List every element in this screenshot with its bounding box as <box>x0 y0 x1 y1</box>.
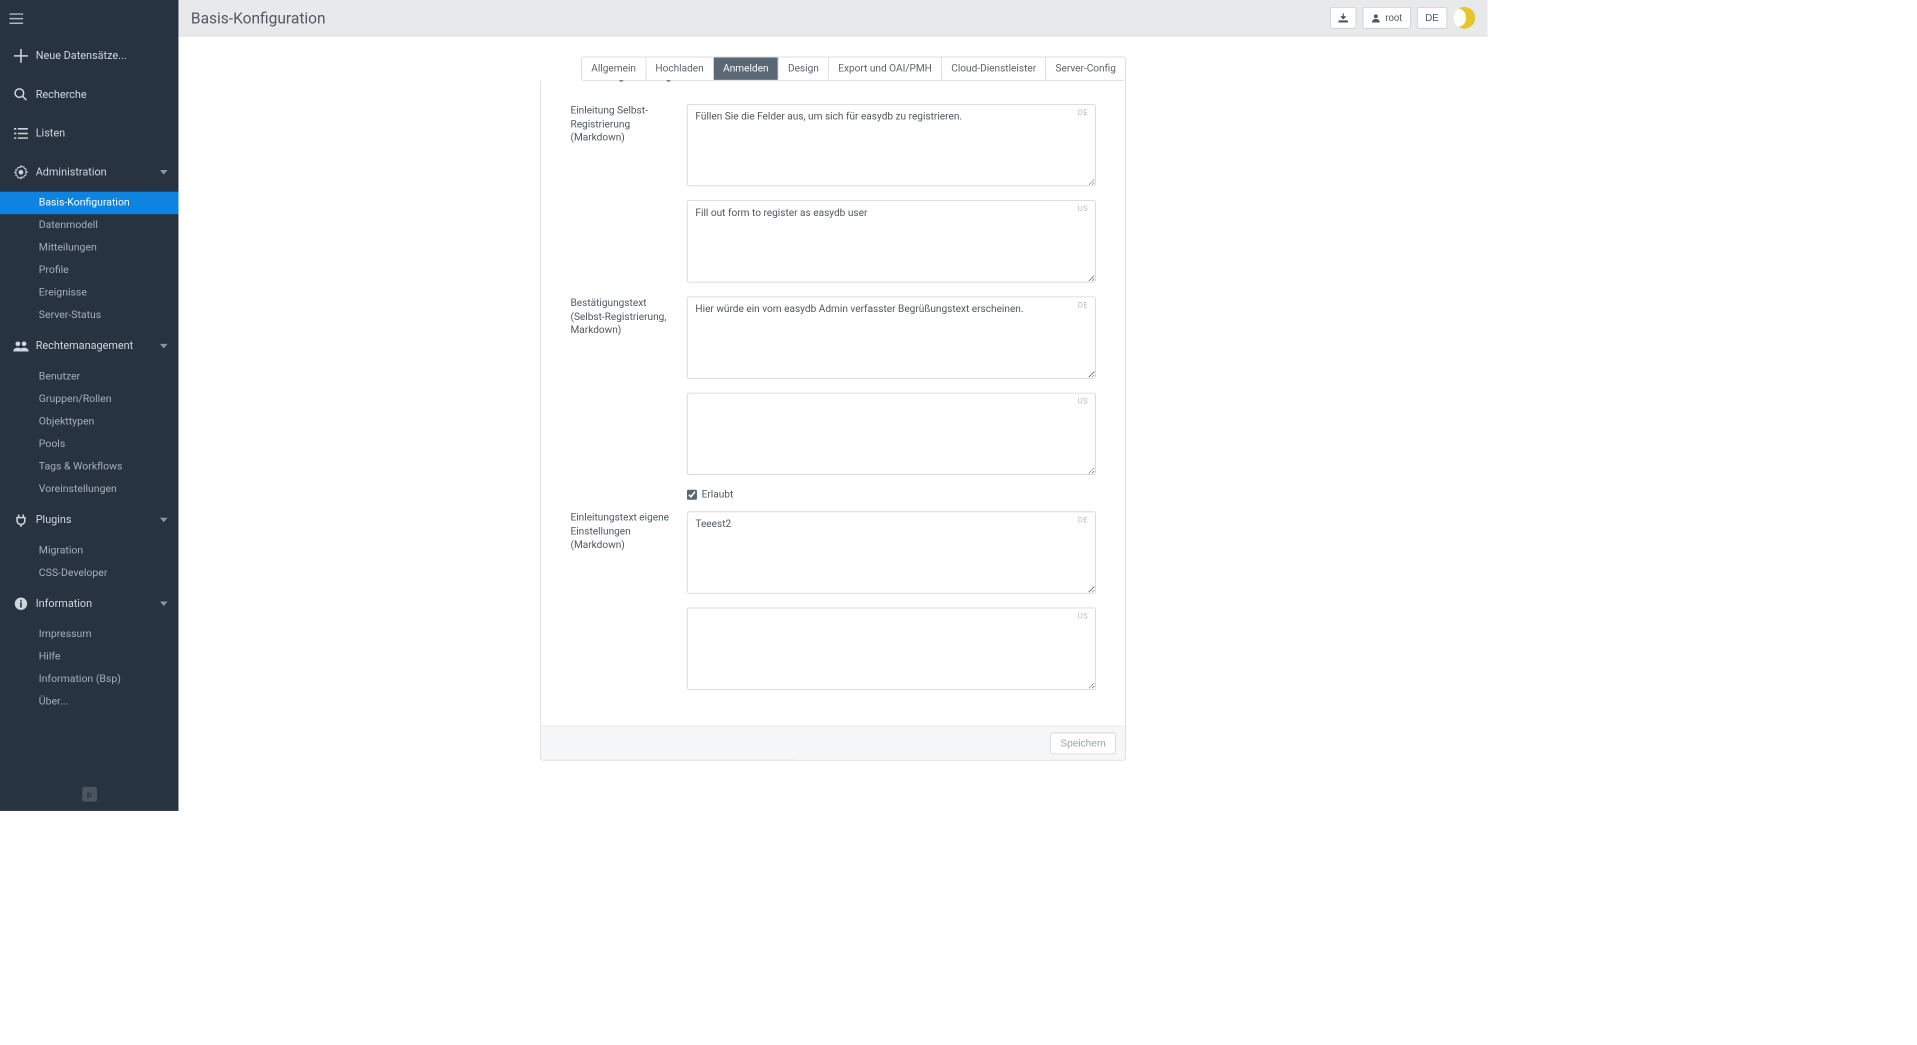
nav-plugins[interactable]: Plugins <box>0 501 178 540</box>
header: Basis-Konfiguration root DE <box>178 0 1487 36</box>
save-button[interactable]: Speichern <box>1050 732 1116 754</box>
gear-icon <box>11 165 31 179</box>
nav-label: Information <box>36 598 92 610</box>
input-intro-de[interactable] <box>687 104 1096 186</box>
nav-sub-mitteilungen[interactable]: Mitteilungen <box>0 237 178 260</box>
input-confirm-de[interactable] <box>687 296 1096 378</box>
tab-server-config[interactable]: Server-Config <box>1046 57 1125 80</box>
plug-icon <box>11 513 31 527</box>
nav-sub-impressum[interactable]: Impressum <box>0 623 178 646</box>
page-title: Basis-Konfiguration <box>191 9 326 28</box>
input-intro-us[interactable] <box>687 200 1096 282</box>
nav-sub-voreinstellungen[interactable]: Voreinstellungen <box>0 478 178 501</box>
nav-search[interactable]: Recherche <box>0 75 178 114</box>
chevron-down-icon <box>160 518 168 523</box>
tab-allgemein[interactable]: Allgemein <box>582 57 646 80</box>
nav-label: Neue Datensätze... <box>36 50 127 62</box>
nav-new-records[interactable]: Neue Datensätze... <box>0 36 178 75</box>
nav-sub-datenmodell[interactable]: Datenmodell <box>0 214 178 237</box>
nav-sub-profile[interactable]: Profile <box>0 259 178 282</box>
nav-sub-information-bsp[interactable]: Information (Bsp) <box>0 668 178 691</box>
input-confirm-us[interactable] <box>687 393 1096 475</box>
nav-sub-server-status[interactable]: Server-Status <box>0 304 178 327</box>
label-bestaetigungstext: Bestätigungstext (Selbst-Registrierung, … <box>570 296 686 478</box>
nav-rechtemanagement[interactable]: Rechtemanagement <box>0 327 178 366</box>
main: Basis-Konfiguration root DE <box>178 0 1487 811</box>
nav-sub-migration[interactable]: Migration <box>0 539 178 562</box>
nav-sub-tags-workflows[interactable]: Tags & Workflows <box>0 456 178 479</box>
lang-label: DE <box>1425 12 1438 23</box>
input-own-us[interactable] <box>687 608 1096 690</box>
chevron-down-icon <box>160 344 168 349</box>
section-title: Selbst-Registrierung <box>570 81 1095 83</box>
user-icon <box>1371 13 1380 22</box>
users-icon <box>11 341 31 352</box>
chevron-down-icon <box>160 601 168 606</box>
nav-label: Listen <box>36 127 65 139</box>
lang-badge-de: DE <box>1078 516 1088 525</box>
nav-sub-css-developer[interactable]: CSS-Developer <box>0 562 178 585</box>
tab-anmelden[interactable]: Anmelden <box>714 57 779 80</box>
nav-label: Administration <box>36 166 107 178</box>
lang-badge-de: DE <box>1078 301 1088 310</box>
user-button[interactable]: root <box>1363 7 1411 29</box>
save-bar: Speichern <box>541 726 1125 760</box>
config-panel: Selbst-Registrierung Einleitung Selbst-R… <box>540 81 1126 761</box>
lang-badge-us: US <box>1078 205 1088 214</box>
checkbox-erlaubt[interactable] <box>687 490 697 500</box>
hamburger-icon[interactable] <box>9 13 23 24</box>
footer-badge-icon: p <box>82 786 97 801</box>
nav-lists[interactable]: Listen <box>0 114 178 153</box>
tab-export-oai[interactable]: Export und OAI/PMH <box>829 57 942 80</box>
nav-label: Recherche <box>36 88 87 100</box>
info-icon <box>11 597 31 611</box>
label-einleitung-selbst-registrierung: Einleitung Selbst-Registrierung (Markdow… <box>570 104 686 286</box>
nav-sub-ueber[interactable]: Über... <box>0 691 178 714</box>
nav-administration[interactable]: Administration <box>0 153 178 192</box>
nav-sub-pools[interactable]: Pools <box>0 433 178 456</box>
label-einleitungstext-eigene: Einleitungstext eigene Einstellungen (Ma… <box>570 511 686 693</box>
tab-hochladen[interactable]: Hochladen <box>646 57 714 80</box>
lang-button[interactable]: DE <box>1417 7 1448 29</box>
list-icon <box>11 128 31 139</box>
app-logo <box>1453 7 1475 29</box>
label-empty <box>570 489 686 501</box>
download-icon <box>1339 13 1348 22</box>
sidebar: Neue Datensätze... Recherche Listen Admi… <box>0 0 178 811</box>
nav-information[interactable]: Information <box>0 584 178 623</box>
lang-badge-de: DE <box>1078 109 1088 118</box>
nav-sub-objekttypen[interactable]: Objekttypen <box>0 411 178 434</box>
input-own-de[interactable] <box>687 511 1096 593</box>
chevron-down-icon <box>160 170 168 175</box>
nav-sub-basis-konfiguration[interactable]: Basis-Konfiguration <box>0 192 178 215</box>
checkbox-erlaubt-row[interactable]: Erlaubt <box>687 489 1096 501</box>
search-icon <box>11 88 31 102</box>
lang-badge-us: US <box>1078 397 1088 406</box>
nav-sub-benutzer[interactable]: Benutzer <box>0 365 178 388</box>
tabs: Allgemein Hochladen Anmelden Design Expo… <box>581 57 1126 81</box>
checkbox-erlaubt-label: Erlaubt <box>702 489 734 501</box>
download-button[interactable] <box>1330 7 1356 29</box>
nav-sub-ereignisse[interactable]: Ereignisse <box>0 282 178 305</box>
user-label: root <box>1385 12 1402 23</box>
tab-design[interactable]: Design <box>779 57 829 80</box>
lang-badge-us: US <box>1078 612 1088 621</box>
tab-cloud-dienstleister[interactable]: Cloud-Dienstleister <box>942 57 1046 80</box>
nav-label: Rechtemanagement <box>36 340 133 352</box>
nav-label: Plugins <box>36 514 72 526</box>
panel-scroll[interactable]: Selbst-Registrierung Einleitung Selbst-R… <box>541 81 1125 760</box>
plus-icon <box>11 49 31 63</box>
nav-sub-gruppen-rollen[interactable]: Gruppen/Rollen <box>0 388 178 411</box>
nav-sub-hilfe[interactable]: Hilfe <box>0 646 178 669</box>
